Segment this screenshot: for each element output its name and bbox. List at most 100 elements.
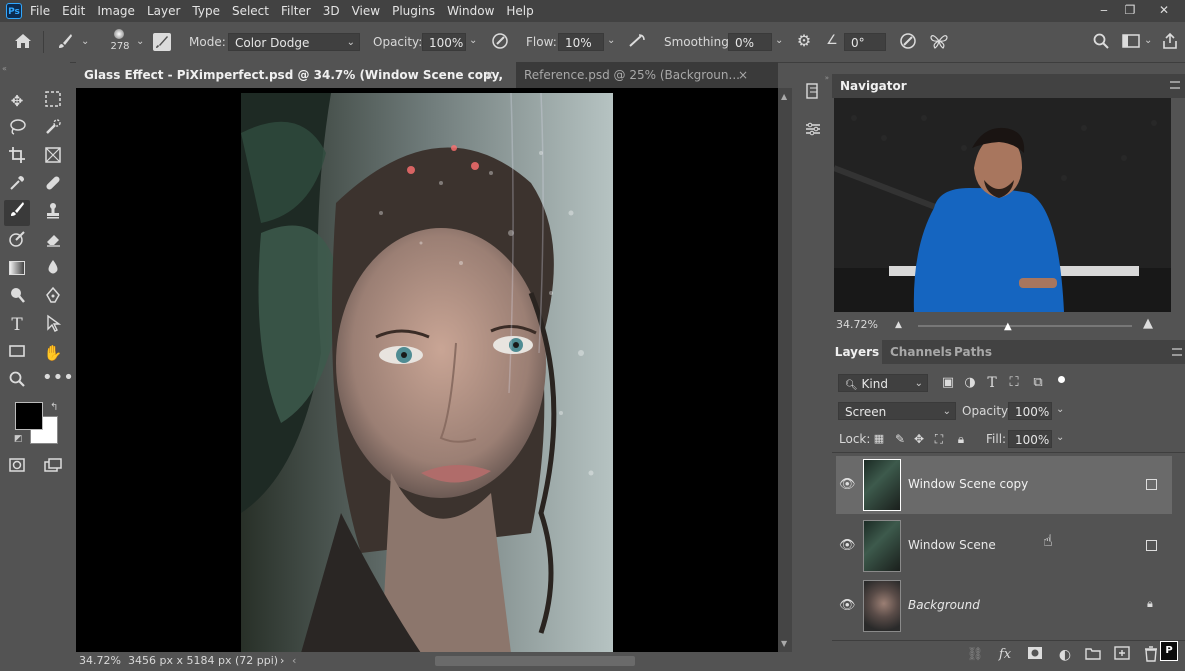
workspace-chevron-icon[interactable]: ⌄ xyxy=(1144,35,1152,46)
adjustments-panel-icon[interactable] xyxy=(802,120,824,142)
opacity-chevron-icon[interactable]: ⌄ xyxy=(469,35,477,46)
blend-mode-select[interactable]: Screen ⌄ xyxy=(838,402,956,420)
flow-input[interactable]: 10% xyxy=(558,33,604,51)
angle-input[interactable]: 0° xyxy=(844,33,886,51)
history-panel-icon[interactable] xyxy=(802,82,824,104)
flow-chevron-icon[interactable]: ⌄ xyxy=(607,35,615,46)
swap-colors-icon[interactable]: ↰ xyxy=(50,402,58,413)
eraser-icon[interactable] xyxy=(42,230,64,252)
workspace-icon[interactable] xyxy=(1120,32,1142,54)
lock-pixels-icon[interactable]: ✎ xyxy=(893,430,907,448)
history-brush-icon[interactable] xyxy=(6,230,28,252)
hand-icon[interactable]: ✋ xyxy=(42,342,64,364)
tab-glass-effect[interactable]: Glass Effect - PiXimperfect.psd @ 34.7% … xyxy=(76,62,516,108)
eye-icon[interactable]: 👁︎ xyxy=(839,538,856,554)
foreground-color-swatch[interactable] xyxy=(15,402,43,430)
airbrush-icon[interactable] xyxy=(626,32,648,54)
navigator-panel-title[interactable]: Navigator xyxy=(840,74,907,98)
lock-all-icon[interactable]: 🔒︎ xyxy=(954,430,968,448)
dodge-icon[interactable] xyxy=(6,286,28,308)
layer-name[interactable]: Window Scene xyxy=(908,538,996,552)
navigator-preview[interactable] xyxy=(834,98,1171,312)
frame-icon[interactable] xyxy=(42,146,64,168)
navigator-menu-icon[interactable] xyxy=(1170,81,1180,89)
menu-help[interactable]: Help xyxy=(506,0,539,22)
menu-select[interactable]: Select xyxy=(232,0,275,22)
blur-icon[interactable] xyxy=(42,258,64,280)
rectangle-icon[interactable] xyxy=(6,342,28,364)
filter-adjustment-icon[interactable]: ◑ xyxy=(962,374,978,392)
smoothing-chevron-icon[interactable]: ⌄ xyxy=(775,35,783,46)
menu-window[interactable]: Window xyxy=(447,0,500,22)
document-canvas[interactable] xyxy=(76,88,778,653)
menu-plugins[interactable]: Plugins xyxy=(392,0,441,22)
symmetry-butterfly-icon[interactable] xyxy=(928,32,950,54)
gradient-icon[interactable] xyxy=(6,258,28,280)
eyedropper-icon[interactable] xyxy=(6,174,28,196)
layers-menu-icon[interactable] xyxy=(1172,348,1182,356)
tab-reference[interactable]: Reference.psd @ 25% (Backgroun... × xyxy=(516,62,777,88)
quick-select-icon[interactable] xyxy=(42,118,64,140)
path-select-icon[interactable] xyxy=(42,314,64,336)
lasso-icon[interactable] xyxy=(6,118,28,140)
tab-paths[interactable]: Paths xyxy=(954,340,992,364)
status-menu-arrow-icon[interactable]: › xyxy=(280,652,284,670)
healing-icon[interactable] xyxy=(42,174,64,196)
filter-pixel-icon[interactable]: ▣ xyxy=(940,374,956,392)
minimize-button[interactable]: ‒ xyxy=(1090,0,1118,22)
smoothing-settings-gear-icon[interactable]: ⚙ xyxy=(794,32,814,50)
menu-layer[interactable]: Layer xyxy=(147,0,186,22)
fx-icon[interactable]: fx xyxy=(996,646,1014,664)
filter-type-icon[interactable]: T xyxy=(984,374,1000,392)
menu-3d[interactable]: 3D xyxy=(323,0,346,22)
tab-layers[interactable]: Layers xyxy=(832,340,882,364)
vertical-scrollbar[interactable]: ▲ ▼ xyxy=(778,88,792,652)
scroll-left-icon[interactable]: ‹ xyxy=(292,652,296,670)
mode-select[interactable]: Color Dodge ⌄ xyxy=(228,33,360,51)
pen-icon[interactable] xyxy=(42,286,64,308)
close-tab-icon[interactable]: × xyxy=(484,62,494,88)
restore-button[interactable]: ❐ xyxy=(1116,0,1144,22)
menu-edit[interactable]: Edit xyxy=(62,0,91,22)
eye-icon[interactable]: 👁︎ xyxy=(839,598,856,614)
close-window-button[interactable]: ✕ xyxy=(1150,0,1178,22)
lock-transparent-icon[interactable]: ▦ xyxy=(872,430,886,448)
layer-row-background[interactable]: 👁︎ Background 🔒︎ xyxy=(836,577,1172,635)
opacity-input[interactable]: 100% xyxy=(422,33,466,51)
brush-settings-icon[interactable] xyxy=(153,33,171,51)
navigator-zoom-value[interactable]: 34.72% xyxy=(836,318,878,331)
tab-channels[interactable]: Channels xyxy=(890,340,952,364)
menu-type[interactable]: Type xyxy=(192,0,226,22)
adjustment-icon[interactable]: ◐ xyxy=(1056,646,1074,664)
navigator-zoom-handle[interactable]: ▲ xyxy=(1004,321,1012,332)
fill-chevron-icon[interactable]: ⌄ xyxy=(1056,432,1064,443)
type-icon[interactable]: T xyxy=(6,314,28,336)
filter-kind-select[interactable]: 🔍︎ Kind ⌄ xyxy=(838,374,928,392)
crop-icon[interactable] xyxy=(6,146,28,168)
brush-icon[interactable] xyxy=(55,32,75,54)
close-tab-icon[interactable]: × xyxy=(738,62,748,88)
brush-preset-chevron-icon[interactable]: ⌄ xyxy=(81,36,89,47)
zoom-in-icon[interactable]: ▲ xyxy=(1143,316,1153,331)
zoom-readout[interactable]: 34.72% xyxy=(79,652,121,670)
layer-row-window-scene[interactable]: 👁︎ Window Scene xyxy=(836,517,1172,575)
layer-name[interactable]: Window Scene copy xyxy=(908,477,1028,491)
menu-view[interactable]: View xyxy=(352,0,386,22)
layer-name[interactable]: Background xyxy=(908,598,980,612)
quick-mask-icon[interactable] xyxy=(6,456,28,478)
filter-smart-object-icon[interactable]: ⧉ xyxy=(1030,374,1046,392)
pressure-opacity-icon[interactable] xyxy=(490,32,510,54)
link-icon[interactable]: ⛓ xyxy=(966,646,984,664)
stamp-icon[interactable] xyxy=(42,202,64,224)
lock-artboard-icon[interactable]: ⛶ xyxy=(932,430,946,448)
trash-icon[interactable] xyxy=(1142,646,1160,666)
eye-icon[interactable]: 👁︎ xyxy=(839,477,856,493)
move-icon[interactable]: ✥ xyxy=(6,90,28,112)
more-icon[interactable]: ••• xyxy=(42,369,74,392)
menu-filter[interactable]: Filter xyxy=(281,0,317,22)
smoothing-input[interactable]: 0% xyxy=(728,33,772,51)
screen-mode-icon[interactable] xyxy=(42,456,64,478)
zoom-icon[interactable] xyxy=(6,370,28,392)
horizontal-scrollbar-thumb[interactable] xyxy=(435,656,635,666)
home-icon[interactable] xyxy=(12,32,34,54)
